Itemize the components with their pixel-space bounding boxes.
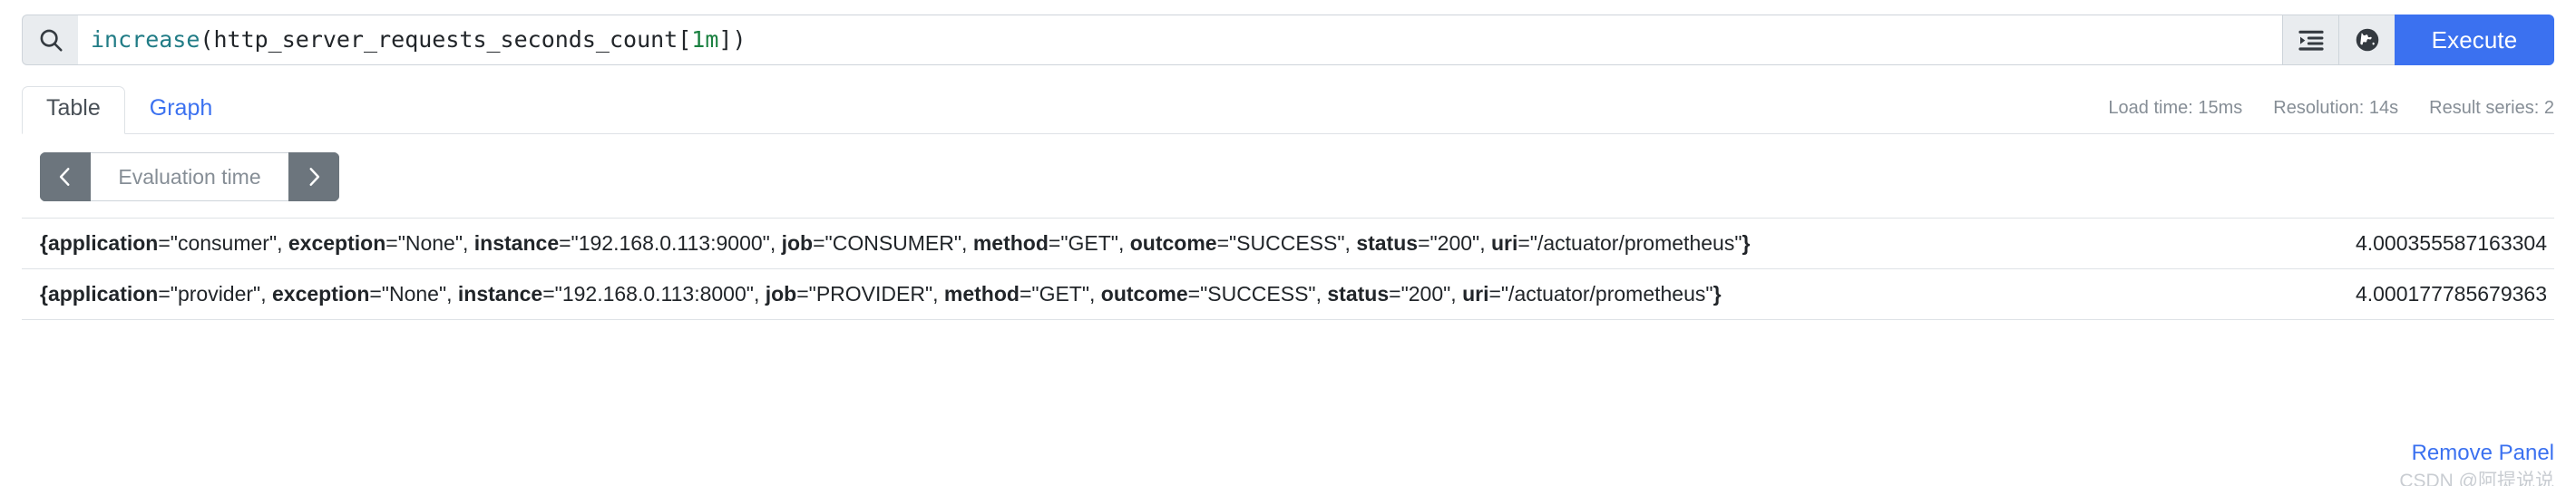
brace-close: } — [1742, 231, 1751, 255]
label-value: ="None" — [385, 231, 463, 255]
resolution-text: Resolution: 14s — [2273, 98, 2399, 118]
table-row: {application="provider", exception="None… — [22, 268, 2554, 319]
load-time-text: Load time: 15ms — [2108, 98, 2243, 118]
label-name: application — [47, 281, 159, 306]
label-value: ="GET" — [1019, 281, 1090, 306]
label-name: exception — [288, 231, 386, 255]
query-input-group: increase(http_server_requests_seconds_co… — [22, 15, 2282, 65]
label-value: ="GET" — [1048, 231, 1118, 255]
label-value: ="CONSUMER" — [813, 231, 962, 255]
label-name: instance — [457, 281, 543, 306]
label-name: method — [943, 281, 1020, 306]
result-view-tabs: Table Graph Load time: 15ms Resolution: … — [22, 85, 2554, 134]
metric-value: 4.000177785679363 — [2355, 281, 2547, 306]
brace-open: { — [40, 281, 48, 306]
result-series-text: Result series: 2 — [2429, 98, 2554, 118]
brace-close: } — [1712, 281, 1722, 306]
label-name: outcome — [1100, 281, 1188, 306]
label-name: job — [781, 231, 814, 255]
label-value: ="/actuator/prometheus" — [1488, 281, 1713, 306]
label-name: outcome — [1129, 231, 1217, 255]
tab-table[interactable]: Table — [22, 86, 125, 134]
label-value: ="None" — [369, 281, 447, 306]
label-name: uri — [1490, 231, 1518, 255]
panel-footer: Remove Panel — [2412, 441, 2554, 466]
label-name: method — [972, 231, 1049, 255]
chevron-left-icon[interactable] — [40, 152, 91, 201]
label-name: status — [1327, 281, 1390, 306]
table-row: {application="consumer", exception="None… — [22, 218, 2554, 269]
results-table-body: {application="consumer", exception="None… — [22, 218, 2554, 319]
query-stats: Load time: 15ms Resolution: 14s Result s… — [2108, 98, 2554, 119]
label-name: exception — [272, 281, 370, 306]
evaluation-time-control: Evaluation time — [22, 152, 2554, 201]
results-table: {application="consumer", exception="None… — [22, 218, 2554, 320]
label-name: status — [1356, 231, 1419, 255]
query-toolbar: increase(http_server_requests_seconds_co… — [22, 15, 2554, 65]
label-value: ="200" — [1418, 231, 1480, 255]
metric-value: 4.000355587163304 — [2355, 231, 2547, 255]
watermark-text: CSDN @阿提说说 — [2399, 471, 2554, 486]
query-token-close: ]) — [718, 26, 746, 53]
execute-button[interactable]: Execute — [2395, 15, 2554, 65]
label-value: ="192.168.0.113:8000" — [542, 281, 754, 306]
metrics-explorer-button[interactable] — [2338, 15, 2395, 65]
format-expression-button[interactable] — [2282, 15, 2338, 65]
label-value: ="SUCCESS" — [1216, 231, 1345, 255]
prometheus-query-panel: increase(http_server_requests_seconds_co… — [0, 15, 2576, 486]
label-value: ="/actuator/prometheus" — [1517, 231, 1742, 255]
tab-graph[interactable]: Graph — [125, 86, 237, 134]
query-token-duration: 1m — [691, 26, 719, 53]
label-value: ="provider" — [158, 281, 261, 306]
label-value: ="192.168.0.113:9000" — [559, 231, 770, 255]
query-token-metric: (http_server_requests_seconds_count[ — [200, 26, 692, 53]
label-value: ="PROVIDER" — [796, 281, 933, 306]
label-name: application — [47, 231, 159, 255]
query-token-function: increase — [91, 26, 200, 53]
search-icon — [22, 15, 78, 65]
label-list-1: application="provider", exception="None"… — [47, 281, 1713, 306]
label-value: ="consumer" — [158, 231, 278, 255]
evaluation-time-input[interactable]: Evaluation time — [91, 152, 288, 201]
brace-open: { — [40, 231, 48, 255]
label-name: instance — [473, 231, 560, 255]
metric-series-label: {application="provider", exception="None… — [22, 268, 2046, 319]
chevron-right-icon[interactable] — [288, 152, 339, 201]
label-value: ="SUCCESS" — [1187, 281, 1316, 306]
query-expression-input[interactable]: increase(http_server_requests_seconds_co… — [78, 15, 2282, 65]
label-list-0: application="consumer", exception="None"… — [47, 231, 1742, 255]
evaluation-time-group: Evaluation time — [40, 152, 339, 201]
label-name: uri — [1462, 281, 1489, 306]
remove-panel-link[interactable]: Remove Panel — [2412, 441, 2554, 466]
label-name: job — [765, 281, 797, 306]
query-expression-text: increase(http_server_requests_seconds_co… — [91, 27, 746, 53]
metric-series-label: {application="consumer", exception="None… — [22, 219, 2046, 269]
label-value: ="200" — [1389, 281, 1451, 306]
